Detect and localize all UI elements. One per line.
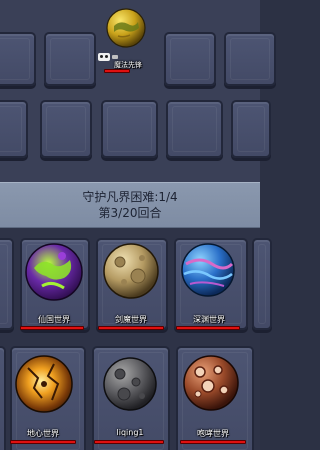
player-planet-3-label: 深渊世界 — [193, 315, 225, 324]
player-planet-6[interactable] — [182, 354, 240, 412]
enemy-slot[interactable] — [164, 32, 216, 86]
player-slot[interactable] — [0, 346, 6, 450]
difficulty-text: 守护凡界困难:1/4 — [82, 190, 178, 204]
purple-green-planet-icon — [25, 243, 83, 301]
player-planet-2-hp-bar — [98, 326, 164, 330]
golden-planet-icon — [106, 8, 146, 48]
player-planet-6-label: 咆哮世界 — [197, 429, 229, 438]
player-planet-4-hp-bar — [10, 440, 76, 444]
enemy-slot[interactable] — [44, 32, 96, 86]
cracked-lava-planet-icon — [15, 355, 73, 413]
enemy-board: 魔法先锋 — [0, 0, 276, 182]
enemy-slot[interactable] — [101, 100, 158, 158]
player-planet-3[interactable] — [180, 242, 236, 298]
player-planet-1[interactable] — [24, 242, 84, 302]
enemy-slot[interactable] — [0, 100, 28, 158]
player-slot[interactable] — [252, 238, 272, 330]
tan-crater-planet-icon — [103, 243, 159, 299]
player-planet-5-hp-bar — [94, 440, 164, 444]
player-slot[interactable] — [0, 238, 14, 330]
player-planet-3-hp-bar — [176, 326, 240, 330]
blue-swirl-planet-icon — [181, 243, 235, 297]
player-planet-4[interactable] — [14, 354, 74, 414]
player-planet-5-label: liqing1 — [116, 428, 144, 437]
player-planet-1-label: 仙国世界 — [38, 315, 70, 324]
enemy-slot[interactable] — [224, 32, 276, 86]
enemy-slot[interactable] — [231, 100, 271, 158]
enemy-slot[interactable] — [40, 100, 92, 158]
grey-moon-planet-icon — [103, 357, 157, 411]
enemy-hp-bar — [104, 69, 130, 73]
status-banner: 守护凡界困难:1/4 第3/20回合 — [0, 182, 260, 228]
round-text: 第3/20回合 — [98, 206, 162, 220]
enemy-slot[interactable] — [0, 32, 36, 86]
player-planet-1-hp-bar — [20, 326, 84, 330]
enemy-slot[interactable] — [166, 100, 223, 158]
player-planet-2[interactable] — [102, 242, 160, 300]
player-planet-5[interactable] — [102, 356, 158, 412]
hero-mark-icon — [112, 55, 118, 59]
enemy-planet[interactable] — [106, 8, 146, 48]
player-planet-6-hp-bar — [180, 440, 246, 444]
player-planet-2-label: 剑魔世界 — [115, 315, 147, 324]
brown-spotted-planet-icon — [183, 355, 239, 411]
player-planet-4-label: 地心世界 — [27, 429, 59, 438]
